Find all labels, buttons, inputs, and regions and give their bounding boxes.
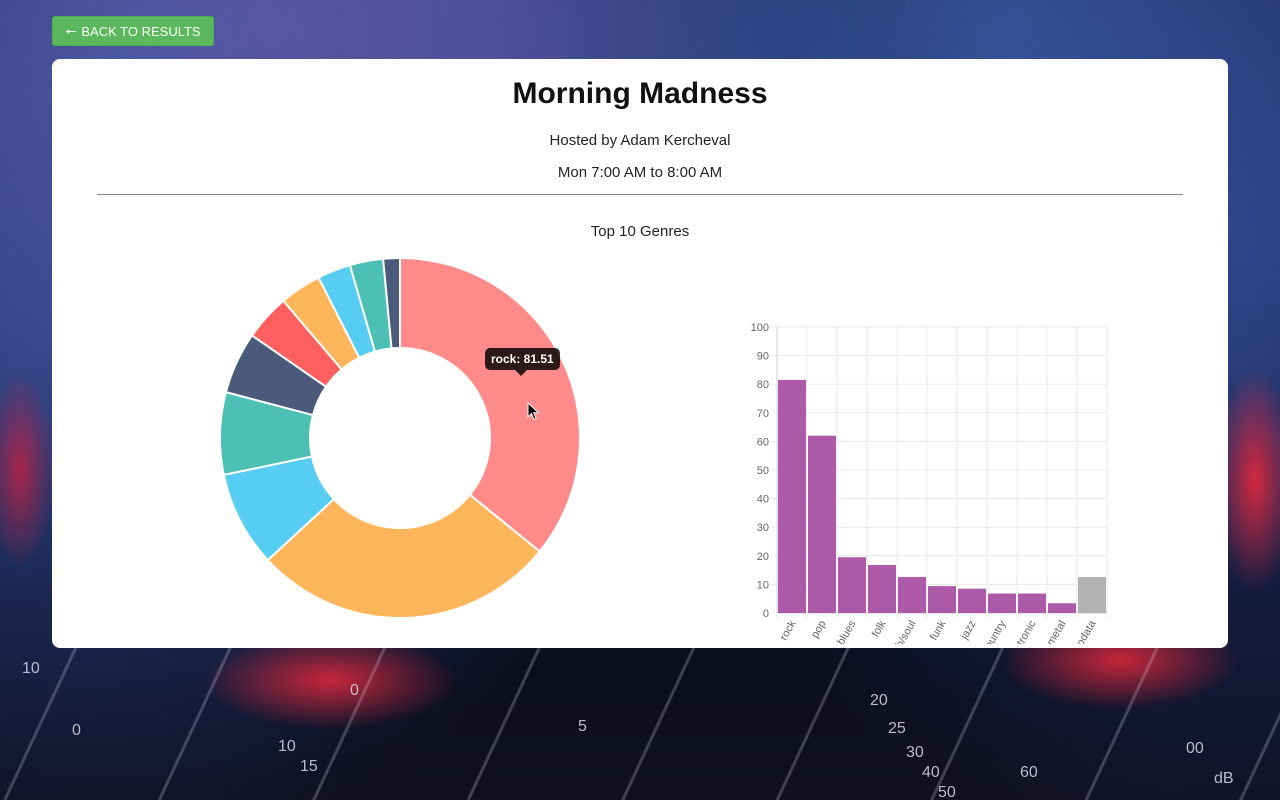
bar-pop[interactable] [808, 435, 836, 613]
show-card: Morning Madness Hosted by Adam Kercheval… [52, 59, 1228, 648]
genre-donut-chart[interactable] [218, 256, 582, 620]
mixer-scale-label: 00 [1186, 740, 1204, 757]
x-tick-label: rock [778, 618, 799, 642]
x-tick-label: nodata [1071, 618, 1099, 644]
bar-r-b-soul[interactable] [898, 576, 926, 613]
show-time: Mon 7:00 AM to 8:00 AM [557, 164, 723, 181]
y-tick-label: 20 [757, 551, 769, 563]
bar-folk[interactable] [868, 564, 896, 613]
mixer-scale-label: 15 [300, 758, 318, 775]
y-tick-label: 0 [763, 608, 769, 620]
mixer-scale-label: 5 [578, 718, 587, 735]
bar-funk[interactable] [928, 586, 956, 613]
bar-electronic[interactable] [1018, 593, 1046, 613]
bar-rock[interactable] [778, 379, 806, 613]
mixer-scale-label: 40 [922, 764, 940, 781]
y-tick-label: 40 [757, 494, 769, 506]
background-mixer [0, 640, 1280, 800]
y-tick-label: 60 [757, 436, 769, 448]
mixer-scale-label: 0 [72, 722, 81, 739]
x-tick-label: funk [928, 618, 949, 642]
back-to-results-button[interactable]: 🠔 BACK TO RESULTS [52, 16, 214, 46]
arrow-left-icon: 🠔 [65, 23, 77, 39]
show-host: Hosted by Adam Kercheval [549, 132, 731, 149]
bar-nodata[interactable] [1078, 576, 1106, 613]
x-tick-label: blues [835, 618, 859, 644]
back-to-results-label: BACK TO RESULTS [81, 23, 201, 39]
genre-bar-chart[interactable]: 0 10 20 30 40 50 60 70 80 90 100 rock pop blues folk r&… [687, 194, 1127, 644]
mixer-scale-label: 10 [278, 738, 296, 755]
x-tick-label: metal [1045, 619, 1069, 645]
x-tick-label: country [980, 618, 1009, 644]
mixer-scale-label: 50 [938, 784, 956, 800]
bar-blues[interactable] [838, 557, 866, 613]
bar-country[interactable] [988, 593, 1016, 613]
show-title: Morning Madness [512, 77, 768, 110]
y-tick-label: 90 [757, 351, 769, 363]
y-tick-label: 50 [757, 465, 769, 477]
mixer-scale-label: 30 [906, 744, 924, 761]
mixer-scale-label: 25 [888, 720, 906, 737]
y-tick-label: 100 [751, 322, 769, 334]
donut-slice-rock[interactable] [399, 256, 581, 553]
bar-metal[interactable] [1048, 603, 1076, 613]
bar-jazz[interactable] [958, 588, 986, 613]
chart-tooltip: rock: 81.51 [485, 348, 560, 376]
mixer-scale-label: 0 [350, 682, 359, 699]
x-tick-label: jazz [958, 619, 979, 643]
x-tick-label: folk [870, 618, 889, 639]
y-tick-label: 30 [757, 522, 769, 534]
mixer-scale-label: 10 [22, 660, 40, 677]
y-tick-label: 80 [757, 379, 769, 391]
y-tick-label: 70 [757, 408, 769, 420]
x-tick-label: r&b/soul [888, 619, 919, 645]
mouse-cursor-icon [527, 402, 540, 421]
mixer-scale-label: 20 [870, 692, 888, 709]
x-tick-label: electronic [1005, 618, 1039, 644]
x-tick-label: pop [809, 619, 829, 641]
mixer-scale-label: dB [1214, 770, 1234, 787]
y-tick-label: 10 [757, 579, 769, 591]
mixer-scale-label: 60 [1020, 764, 1038, 781]
